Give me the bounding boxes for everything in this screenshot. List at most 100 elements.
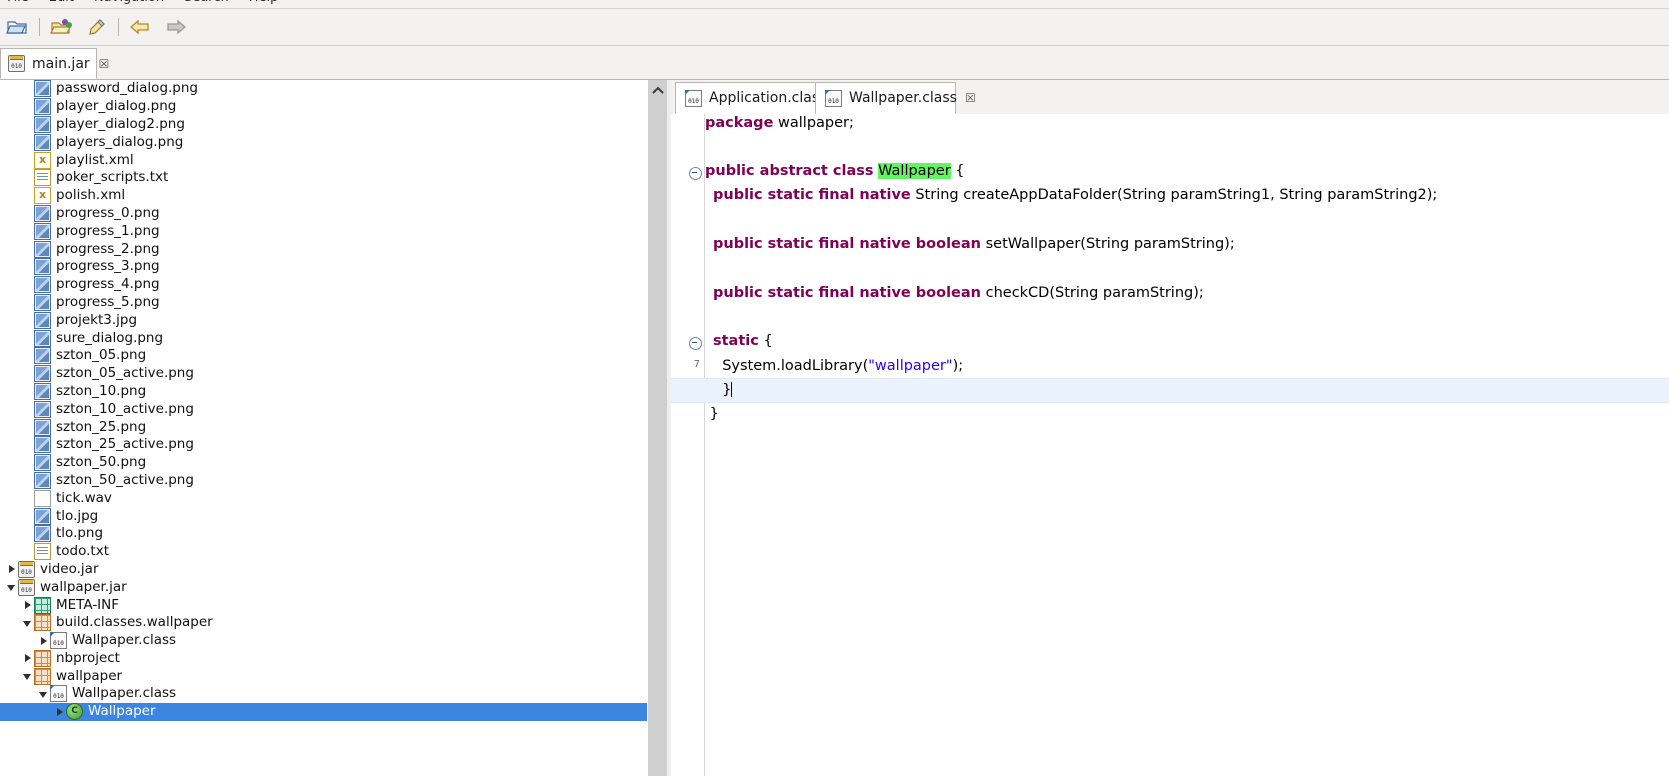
tree-row[interactable]: szton_10.png <box>0 382 647 401</box>
tree-row-label: szton_50.png <box>56 454 147 471</box>
fold-collapse-icon[interactable] <box>689 167 702 180</box>
xml-icon <box>34 151 51 169</box>
tree-row-selected[interactable]: Wallpaper <box>0 702 647 721</box>
expand-arrow-icon[interactable] <box>22 652 34 664</box>
code-line[interactable]: package wallpaper; <box>705 114 854 138</box>
code-line[interactable]: } <box>713 381 733 405</box>
tree-row-label: progress_1.png <box>56 222 160 239</box>
back-arrow-icon[interactable] <box>124 12 158 42</box>
code-line[interactable]: public abstract class Wallpaper { <box>705 162 965 186</box>
tree-row[interactable]: video.jar <box>0 560 647 579</box>
tree-row-label: poker_scripts.txt <box>56 169 169 186</box>
code-line[interactable]: static { <box>713 332 773 356</box>
jar-tab-label: main.jar <box>32 55 90 72</box>
xml-icon <box>34 187 51 205</box>
tree-row[interactable]: tlo.png <box>0 525 647 543</box>
tree-row[interactable]: szton_05.png <box>0 347 647 365</box>
tab-application-class[interactable]: Application.class ☒ <box>675 82 845 114</box>
tree-row[interactable]: tick.wav <box>0 489 647 507</box>
expand-arrow-icon[interactable] <box>6 563 18 575</box>
tab-label: Wallpaper.class <box>849 90 957 106</box>
tree-row-label: player_dialog2.png <box>56 115 185 132</box>
jar-tab-main[interactable]: main.jar ☒ <box>0 48 109 79</box>
tree-row[interactable]: build.classes.wallpaper <box>0 614 647 632</box>
package-tree[interactable]: password_dialog.png player_dialog.png play… <box>0 80 647 776</box>
menu-bar: File Edit Navigation Search Help <box>0 0 1669 9</box>
code-line[interactable]: public static final native boolean check… <box>713 284 1204 308</box>
open-project-icon[interactable] <box>45 12 79 42</box>
tree-row-label: szton_25_active.png <box>56 436 194 453</box>
menu-item-edit[interactable]: Edit <box>46 0 77 5</box>
wand-icon[interactable] <box>79 12 113 42</box>
tree-row[interactable]: szton_10_active.png <box>0 400 647 418</box>
tree-row-label: sure_dialog.png <box>56 329 164 346</box>
open-folder-icon[interactable] <box>0 12 34 42</box>
tree-row[interactable]: sure_dialog.png <box>0 329 647 347</box>
tree-row-label: szton_50_active.png <box>56 471 194 488</box>
txt-icon <box>34 169 51 187</box>
code-editor-panel: Application.class ☒ Wallpaper.class ☒ 7 … <box>671 80 1669 776</box>
png-icon <box>34 98 51 116</box>
tree-row[interactable]: wallpaper <box>0 667 647 685</box>
tree-row-label: todo.txt <box>56 543 110 560</box>
code-line[interactable]: } <box>705 405 719 429</box>
close-icon[interactable]: ☒ <box>965 91 976 105</box>
tree-row[interactable]: szton_50.png <box>0 454 647 472</box>
close-icon[interactable]: ☒ <box>99 57 110 71</box>
tree-row[interactable]: Wallpaper.class <box>0 685 647 703</box>
tree-row[interactable]: password_dialog.png <box>0 80 647 98</box>
expand-arrow-icon[interactable] <box>22 599 34 611</box>
tree-row[interactable]: wallpaper.jar <box>0 578 647 596</box>
code-line[interactable]: System.loadLibrary("wallpaper"); <box>713 357 963 381</box>
jar-icon <box>18 578 35 596</box>
png-icon <box>34 471 51 489</box>
tree-row[interactable]: szton_05_active.png <box>0 365 647 383</box>
tree-row-label: Wallpaper.class <box>72 685 177 702</box>
collapse-arrow-icon[interactable] <box>22 670 34 682</box>
tree-row[interactable]: Wallpaper.class <box>0 632 647 650</box>
tree-row[interactable]: progress_0.png <box>0 204 647 223</box>
tree-row-label: tick.wav <box>56 489 112 506</box>
tree-scrollbar[interactable] <box>647 80 668 776</box>
tree-row[interactable]: projekt3.jpg <box>0 311 647 329</box>
tree-row[interactable]: szton_50_active.png <box>0 471 647 490</box>
tree-row[interactable]: progress_4.png <box>0 276 647 294</box>
tree-row[interactable]: szton_25_active.png <box>0 436 647 454</box>
code-line[interactable]: public static final native String create… <box>713 186 1437 210</box>
tree-row[interactable]: nbproject <box>0 649 647 668</box>
menu-item-search[interactable]: Search <box>181 0 232 5</box>
tree-row[interactable]: progress_5.png <box>0 293 647 312</box>
tree-row[interactable]: progress_1.png <box>0 222 647 240</box>
chevron-up-icon[interactable] <box>652 84 664 94</box>
tree-row[interactable]: players_dialog.png <box>0 133 647 151</box>
tree-row-label: Wallpaper <box>88 703 156 720</box>
expand-arrow-icon[interactable] <box>54 706 66 718</box>
tree-row[interactable]: player_dialog.png <box>0 98 647 116</box>
tree-row[interactable]: szton_25.png <box>0 418 647 436</box>
tree-row-label: polish.xml <box>56 187 126 204</box>
menu-item-file[interactable]: File <box>4 0 32 5</box>
tree-row[interactable]: poker_scripts.txt <box>0 169 647 187</box>
expand-arrow-icon[interactable] <box>38 635 50 647</box>
collapse-arrow-icon[interactable] <box>22 617 34 629</box>
tree-row[interactable]: progress_2.png <box>0 240 647 258</box>
menu-item-help[interactable]: Help <box>246 0 282 5</box>
tree-row[interactable]: player_dialog2.png <box>0 115 647 134</box>
tree-row-label: playlist.xml <box>56 151 134 168</box>
fold-collapse-icon[interactable] <box>689 337 702 350</box>
tree-row[interactable]: tlo.jpg <box>0 507 647 525</box>
tree-row[interactable]: progress_3.png <box>0 258 647 276</box>
tab-wallpaper-class[interactable]: Wallpaper.class ☒ <box>815 82 976 114</box>
tree-row[interactable]: todo.txt <box>0 543 647 561</box>
tree-row[interactable]: playlist.xml <box>0 151 647 169</box>
collapse-arrow-icon[interactable] <box>6 581 18 593</box>
code-line[interactable]: public static final native boolean setWa… <box>713 235 1235 259</box>
tree-row[interactable]: META-INF <box>0 596 647 614</box>
menu-item-navigation[interactable]: Navigation <box>91 0 167 5</box>
source-code[interactable]: package wallpaper; public abstract class … <box>671 114 1669 776</box>
collapse-arrow-icon[interactable] <box>38 688 50 700</box>
tree-row[interactable]: polish.xml <box>0 187 647 205</box>
